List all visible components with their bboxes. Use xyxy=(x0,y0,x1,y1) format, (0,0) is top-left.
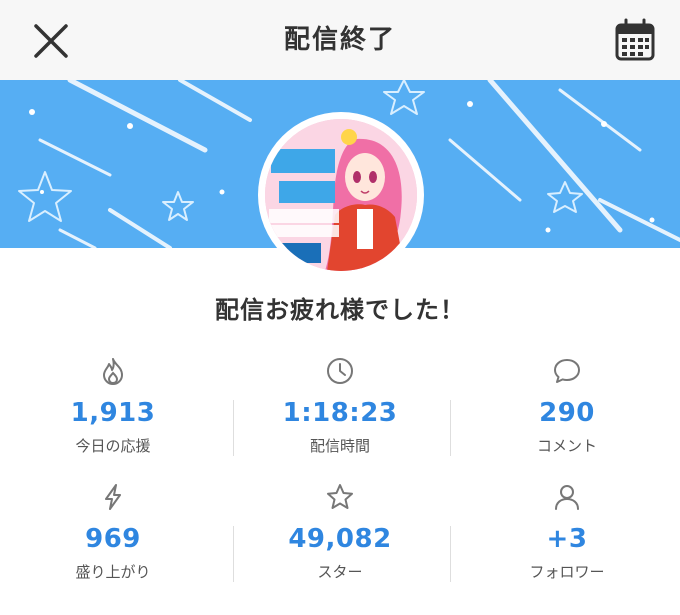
stat-duration: 1:18:23 配信時間 xyxy=(227,350,453,470)
stat-stars: 49,082 スター xyxy=(227,476,453,596)
comment-icon xyxy=(554,359,580,383)
calendar-button[interactable] xyxy=(610,16,660,66)
stat-value: 1,913 xyxy=(70,398,156,428)
divider xyxy=(450,400,451,456)
clock-icon xyxy=(327,358,353,384)
stat-label: 今日の応援 xyxy=(75,437,151,455)
avatar-image xyxy=(265,119,417,271)
thanks-message: 配信お疲れ様でした！ xyxy=(215,296,465,324)
stat-value: 290 xyxy=(539,398,595,428)
stat-comments: 290 コメント xyxy=(454,350,680,470)
flame-icon xyxy=(103,358,123,385)
page-title: 配信終了 xyxy=(283,25,396,55)
stat-label: コメント xyxy=(536,437,597,455)
divider xyxy=(233,526,234,582)
person-icon xyxy=(555,485,579,510)
stat-label: 盛り上がり xyxy=(75,563,151,581)
stat-value: +3 xyxy=(546,524,588,554)
divider xyxy=(233,400,234,456)
calendar-icon xyxy=(615,18,655,61)
star-icon xyxy=(327,484,353,509)
stat-value: 1:18:23 xyxy=(282,398,398,428)
lightning-icon xyxy=(105,484,121,510)
stat-label: スター xyxy=(317,563,363,581)
header: 配信終了 xyxy=(0,0,680,80)
stat-followers: +3 フォロワー xyxy=(454,476,680,596)
avatar xyxy=(258,112,424,278)
stat-excitement: 969 盛り上がり xyxy=(0,476,226,596)
stat-cheers: 1,913 今日の応援 xyxy=(0,350,226,470)
stat-value: 49,082 xyxy=(288,524,392,554)
stats-grid: 1,913 今日の応援 1:18:23 配信時間 290 コメント 969 盛り… xyxy=(0,350,680,590)
divider xyxy=(450,526,451,582)
stat-label: 配信時間 xyxy=(309,437,370,455)
stat-label: フォロワー xyxy=(529,563,605,581)
stat-value: 969 xyxy=(85,524,141,554)
